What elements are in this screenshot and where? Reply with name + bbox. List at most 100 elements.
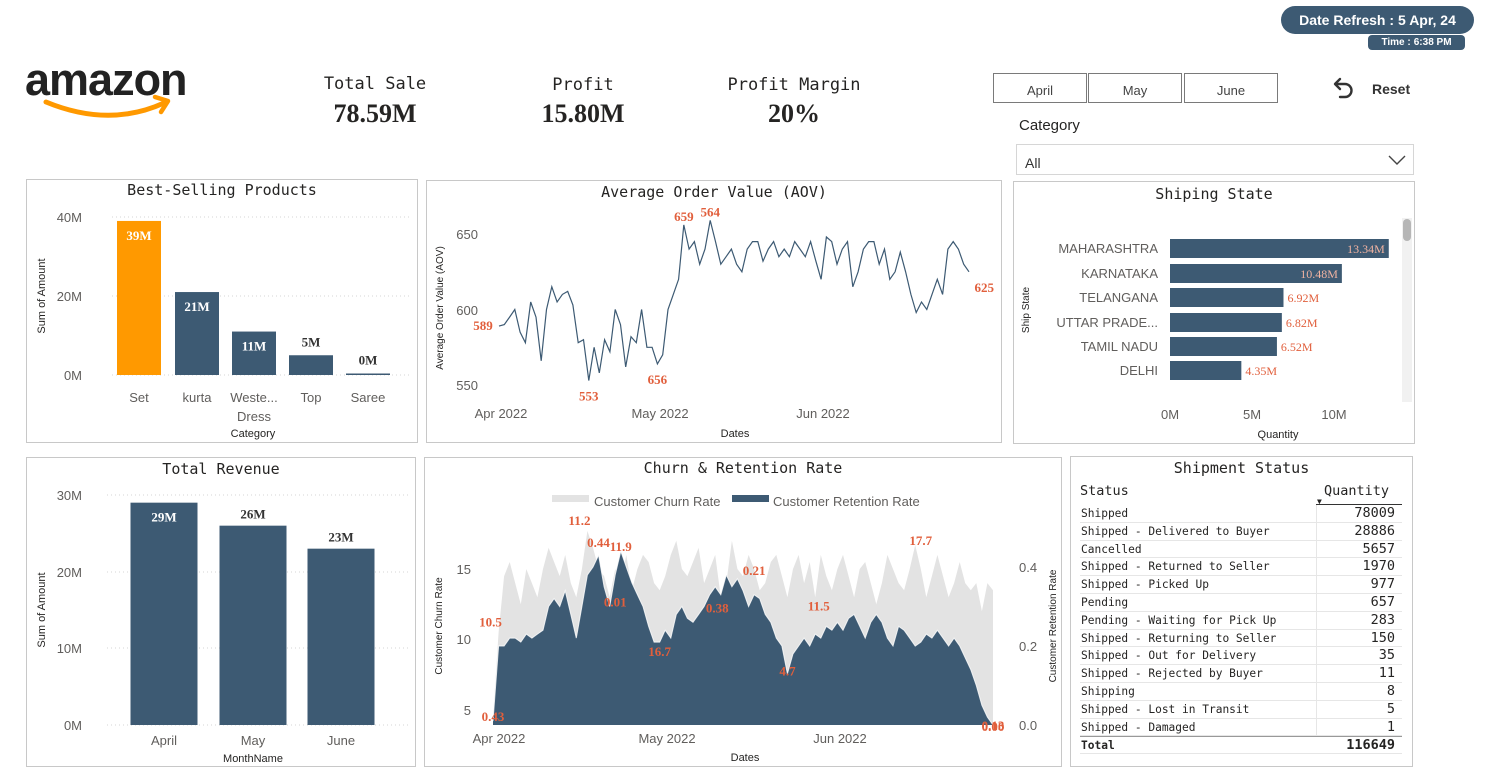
scrollbar-thumb[interactable] <box>1403 219 1411 241</box>
state-label: MAHARASHTRA <box>1058 241 1158 256</box>
bar-delhi[interactable] <box>1170 361 1242 380</box>
table-row[interactable]: Shipped - Returned to Seller 1970 <box>1080 558 1402 577</box>
state-label: UTTAR PRADE... <box>1056 315 1158 330</box>
bar-top[interactable] <box>289 355 333 375</box>
column-header-quantity[interactable]: Quantity ▼ <box>1316 483 1402 506</box>
bar-set[interactable] <box>117 220 161 375</box>
table-row[interactable]: Pending - Waiting for Pick Up 283 <box>1080 611 1402 630</box>
state-label: TAMIL NADU <box>1081 339 1158 354</box>
y-tick-right: 0.0 <box>1019 718 1037 733</box>
x-tick: 10M <box>1321 407 1346 422</box>
data-label: 39M <box>126 228 151 243</box>
x-axis-title: Quantity <box>1258 429 1299 441</box>
x-axis-title: Category <box>231 428 276 440</box>
shipment-status-title: Shipment Status <box>1173 459 1310 477</box>
table-row[interactable]: Shipped - Damaged 1 <box>1080 718 1402 737</box>
aov-point-label: 564 <box>700 204 720 219</box>
time-label: Time : <box>1381 37 1411 48</box>
table-row[interactable]: Shipping 8 <box>1080 682 1402 701</box>
bar-uttar-pradesh[interactable] <box>1170 313 1282 332</box>
bar-saree[interactable] <box>346 373 390 376</box>
churn-point-label: 17.7 <box>909 533 932 548</box>
aov-chart: 650 600 550 Average Order Value (AOV) 58… <box>435 204 995 440</box>
quantity-cell: 1970 <box>1316 558 1402 576</box>
y-tick: 650 <box>456 227 478 242</box>
status-cell: Pending - Waiting for Pick Up <box>1081 613 1277 627</box>
month-filter-april[interactable]: April <box>993 73 1087 103</box>
status-cell: Pending <box>1081 595 1129 609</box>
quantity-cell: 11 <box>1316 665 1402 682</box>
y-tick: 0M <box>64 718 82 733</box>
y-tick: 30M <box>57 488 82 503</box>
date-refresh-badge: Date Refresh : 5 Apr, 24 <box>1281 6 1474 34</box>
amazon-logo: amazon <box>24 54 199 120</box>
column-header-status[interactable]: Status <box>1080 483 1129 505</box>
data-label: 4.35M <box>1245 364 1277 378</box>
time-value: 6:38 PM <box>1413 37 1452 48</box>
reset-button[interactable]: Reset <box>1330 76 1410 102</box>
status-cell: Cancelled <box>1081 542 1142 556</box>
table-row[interactable]: Shipped - Picked Up 977 <box>1080 576 1402 594</box>
y-tick: 10M <box>57 641 82 656</box>
legend-retention-swatch <box>732 495 769 502</box>
date-refresh-label: Date Refresh : <box>1299 12 1395 28</box>
undo-icon <box>1330 76 1356 103</box>
quantity-cell: 283 <box>1316 611 1402 629</box>
category-dropdown[interactable]: All <box>1016 144 1414 175</box>
y-axis-title-right: Customer Retention Rate <box>1048 569 1059 682</box>
x-tick: June <box>327 733 355 748</box>
table-row[interactable]: Shipped - Rejected by Buyer 11 <box>1080 665 1402 683</box>
table-row[interactable]: Shipped 78009 <box>1080 505 1402 523</box>
month-filter-may[interactable]: May <box>1088 73 1182 103</box>
x-tick: Saree <box>351 390 386 405</box>
y-tick: 20M <box>57 289 82 304</box>
x-tick: May <box>241 733 266 748</box>
y-tick: 0M <box>64 368 82 383</box>
table-row[interactable]: Shipped - Lost in Transit 5 <box>1080 700 1402 719</box>
table-row[interactable]: Shipped - Out for Delivery 35 <box>1080 647 1402 666</box>
table-row[interactable]: Shipped - Delivered to Buyer 28886 <box>1080 522 1402 541</box>
x-tick: Jun 2022 <box>813 731 867 746</box>
x-axis-title: MonthName <box>223 753 283 765</box>
x-tick: May 2022 <box>631 406 688 421</box>
bar-june[interactable] <box>307 548 375 725</box>
category-filter-label: Category <box>1019 117 1080 134</box>
total-revenue-chart: 30M 20M 10M 0M Sum of Amount 29M 26M 23M A… <box>36 488 409 765</box>
data-label: 6.82M <box>1286 316 1318 330</box>
reset-label: Reset <box>1372 81 1411 97</box>
chevron-down-icon <box>1388 155 1406 165</box>
churn-point-label: 0.43 <box>482 709 505 724</box>
bar-tamil-nadu[interactable] <box>1170 337 1277 356</box>
churn-point-label: 0.44 <box>587 535 610 550</box>
legend-churn-swatch <box>552 495 589 502</box>
kpi-profit-label: Profit <box>552 75 614 95</box>
sort-desc-icon: ▼ <box>1317 497 1322 506</box>
bar-telangana[interactable] <box>1170 288 1284 307</box>
x-tick: 0M <box>1161 407 1179 422</box>
churn-point-label: 11.5 <box>808 598 831 613</box>
table-header: Status Quantity ▼ <box>1080 483 1402 506</box>
x-tick: April <box>151 733 177 748</box>
table-row[interactable]: Shipped - Returning to Seller 150 <box>1080 629 1402 648</box>
bar-april[interactable] <box>130 502 198 725</box>
churn-point-label: 0.38 <box>706 601 729 616</box>
state-label: TELANGANA <box>1079 290 1158 305</box>
legend-churn-label: Customer Churn Rate <box>594 494 720 509</box>
quantity-cell: 150 <box>1316 629 1402 647</box>
table-row[interactable]: Pending 657 <box>1080 593 1402 612</box>
kpi-profit-margin-label: Profit Margin <box>727 75 861 95</box>
quantity-cell: 657 <box>1316 593 1402 611</box>
table-row[interactable]: Cancelled 5657 <box>1080 540 1402 559</box>
month-filter-june[interactable]: June <box>1184 73 1278 103</box>
kpi-profit-margin-value: 20% <box>768 99 820 128</box>
quantity-cell: 5 <box>1316 700 1402 718</box>
x-axis-title: Dates <box>721 428 750 440</box>
data-label: 13.34M <box>1347 242 1385 256</box>
y-tick: 600 <box>456 303 478 318</box>
bar-may[interactable] <box>219 525 287 725</box>
y-axis-title: Ship State <box>1021 286 1032 333</box>
shipment-status-panel: Shipment Status Status Quantity ▼ Shippe… <box>1070 456 1413 767</box>
y-tick: 40M <box>57 210 82 225</box>
churn-point-label: 0.00 <box>982 719 1005 734</box>
quantity-cell: 977 <box>1316 576 1402 593</box>
